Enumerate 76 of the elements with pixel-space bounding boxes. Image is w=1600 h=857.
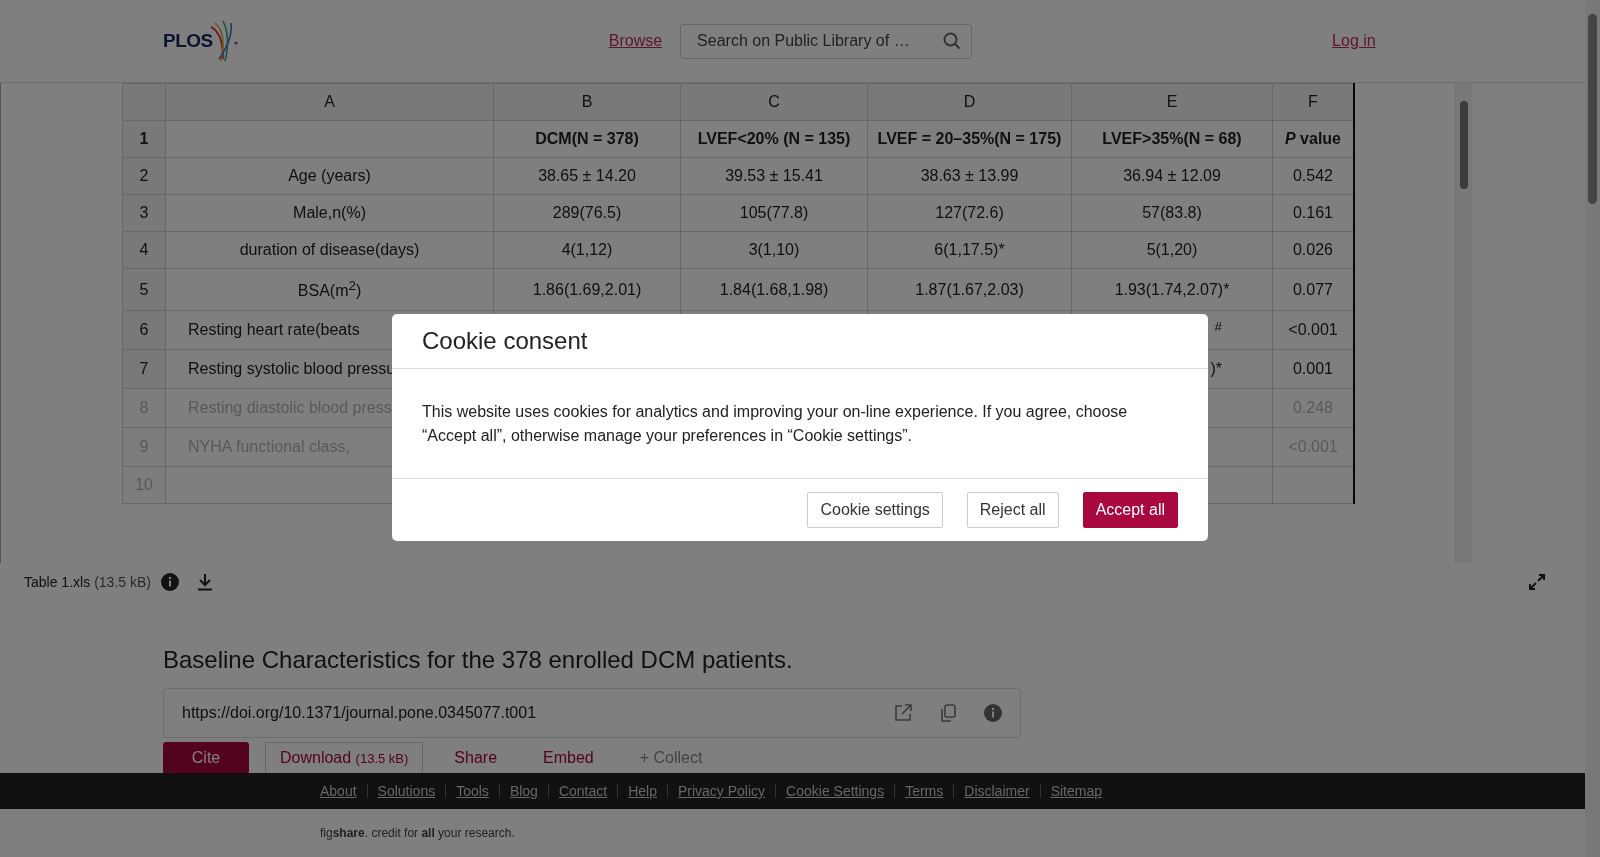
login-link[interactable]: Log in xyxy=(1332,32,1376,50)
table-cell: 5(1,20) xyxy=(1071,231,1273,269)
copy-icon[interactable] xyxy=(940,704,956,722)
table-cell: BSA(m$^{2}$) xyxy=(165,268,494,311)
action-button[interactable]: Share xyxy=(439,742,513,773)
footer-link[interactable]: Disclaimer xyxy=(964,783,1030,799)
table-cell: LVEF<20% (N = 135) xyxy=(680,120,868,158)
table-cell: 127(72.6) xyxy=(867,194,1072,232)
footer-link[interactable]: About xyxy=(320,783,357,799)
external-link-icon[interactable] xyxy=(894,704,912,722)
search-field[interactable]: Search on Public Library of … xyxy=(695,31,940,51)
table-cell: 39.53 ± 15.41 xyxy=(680,157,868,195)
column-header[interactable]: C xyxy=(680,83,868,121)
table-cell: 6(1,17.5)* xyxy=(867,231,1072,269)
column-header[interactable]: B xyxy=(493,83,681,121)
table-cell: 36.94 ± 12.09 xyxy=(1071,157,1273,195)
table-cell: 1.93(1.74,2.07)* xyxy=(1071,268,1273,311)
action-button[interactable]: Embed xyxy=(528,742,609,773)
footer-link[interactable]: Tools xyxy=(456,783,489,799)
table-cell: Age (years) xyxy=(165,157,494,195)
table-cell: DCM(N = 378) xyxy=(493,120,681,158)
accept-button[interactable]: Accept all xyxy=(1082,492,1178,528)
footer-link[interactable]: Contact xyxy=(558,783,608,799)
action-button[interactable]: + Collect xyxy=(624,742,718,773)
table-cell: 4(1,12) xyxy=(493,231,681,269)
tagline: figshare. credit for all your research. xyxy=(320,826,515,840)
footer-link[interactable]: Solutions xyxy=(377,783,436,799)
table-cell: 57(83.8) xyxy=(1071,194,1273,232)
table-cell: LVEF>35%(N = 68) xyxy=(1071,120,1273,158)
row-number[interactable]: 2 xyxy=(122,157,166,195)
footer-link[interactable]: Terms xyxy=(905,783,944,799)
scrollbar[interactable] xyxy=(1455,83,1472,563)
file-name: Table 1.xls xyxy=(24,573,91,590)
table-cell: 3(1,10) xyxy=(680,231,868,269)
table-cell: 38.65 ± 14.20 xyxy=(493,157,681,195)
row-number[interactable]: 1 xyxy=(122,120,166,158)
table-cell: Male,n(%) xyxy=(165,194,494,232)
table-cell: 1.86(1.69,2.01) xyxy=(493,268,681,311)
page-scrollbar[interactable] xyxy=(1585,0,1600,857)
info-icon[interactable] xyxy=(160,572,179,591)
footer-link[interactable]: Help xyxy=(628,783,657,799)
dialog-title: Cookie consent xyxy=(392,314,1208,369)
column-header[interactable]: D xyxy=(867,83,1072,121)
doi-link[interactable]: https://doi.org/10.1371/journal.pone.0345077.t001 xyxy=(182,704,866,722)
dialog-button[interactable]: Cookie settings xyxy=(807,492,943,528)
expand-icon[interactable] xyxy=(1529,573,1545,590)
search-box[interactable]: Search on Public Library of … xyxy=(680,23,973,59)
table-cell: 1.84(1.68,1.98) xyxy=(680,268,868,311)
cite-button[interactable]: Cite xyxy=(163,742,249,773)
row-number[interactable]: 7 xyxy=(122,349,166,389)
table-cell: LVEF = 20–35%(N = 175) xyxy=(867,120,1072,158)
table-cell: duration of disease(days) xyxy=(165,231,494,269)
footer-link[interactable]: Sitemap xyxy=(1050,783,1102,799)
table-cell: 38.63 ± 13.99 xyxy=(867,157,1072,195)
footer-link[interactable]: Cookie Settings xyxy=(786,783,885,799)
caption-title: Baseline Characteristics for the 378 enrolled DCM patients. xyxy=(163,646,794,674)
dialog-button[interactable]: Reject all xyxy=(966,492,1059,528)
table-cell: 289(76.5) xyxy=(493,194,681,232)
column-header[interactable]: A xyxy=(165,83,494,121)
row-number[interactable]: 3 xyxy=(122,194,166,232)
file-size: (13.5 kB) xyxy=(94,573,151,590)
dialog-text: This website uses cookies for analytics and improving your on-line experience. If you agree, choose “Accept all”, otherwise manage your preferences in “Cookie settings”. xyxy=(392,369,1208,479)
footer-link[interactable]: Privacy Policy xyxy=(677,783,766,799)
table-cell: 105(77.8) xyxy=(680,194,868,232)
search-icon[interactable] xyxy=(943,32,962,50)
logo-text[interactable]: PLOS xyxy=(163,30,213,52)
row-number[interactable]: 6 xyxy=(122,310,166,350)
row-number[interactable]: 5 xyxy=(122,268,166,311)
download-icon[interactable] xyxy=(195,572,214,591)
footer-link[interactable]: Blog xyxy=(509,783,538,799)
row-number[interactable]: 4 xyxy=(122,231,166,269)
table-cell: 1.87(1.67,2.03) xyxy=(867,268,1072,311)
column-header[interactable]: E xyxy=(1071,83,1273,121)
column-header[interactable]: F xyxy=(1272,83,1354,121)
browse-link[interactable]: Browse xyxy=(608,32,663,50)
info-icon[interactable] xyxy=(984,704,1002,722)
